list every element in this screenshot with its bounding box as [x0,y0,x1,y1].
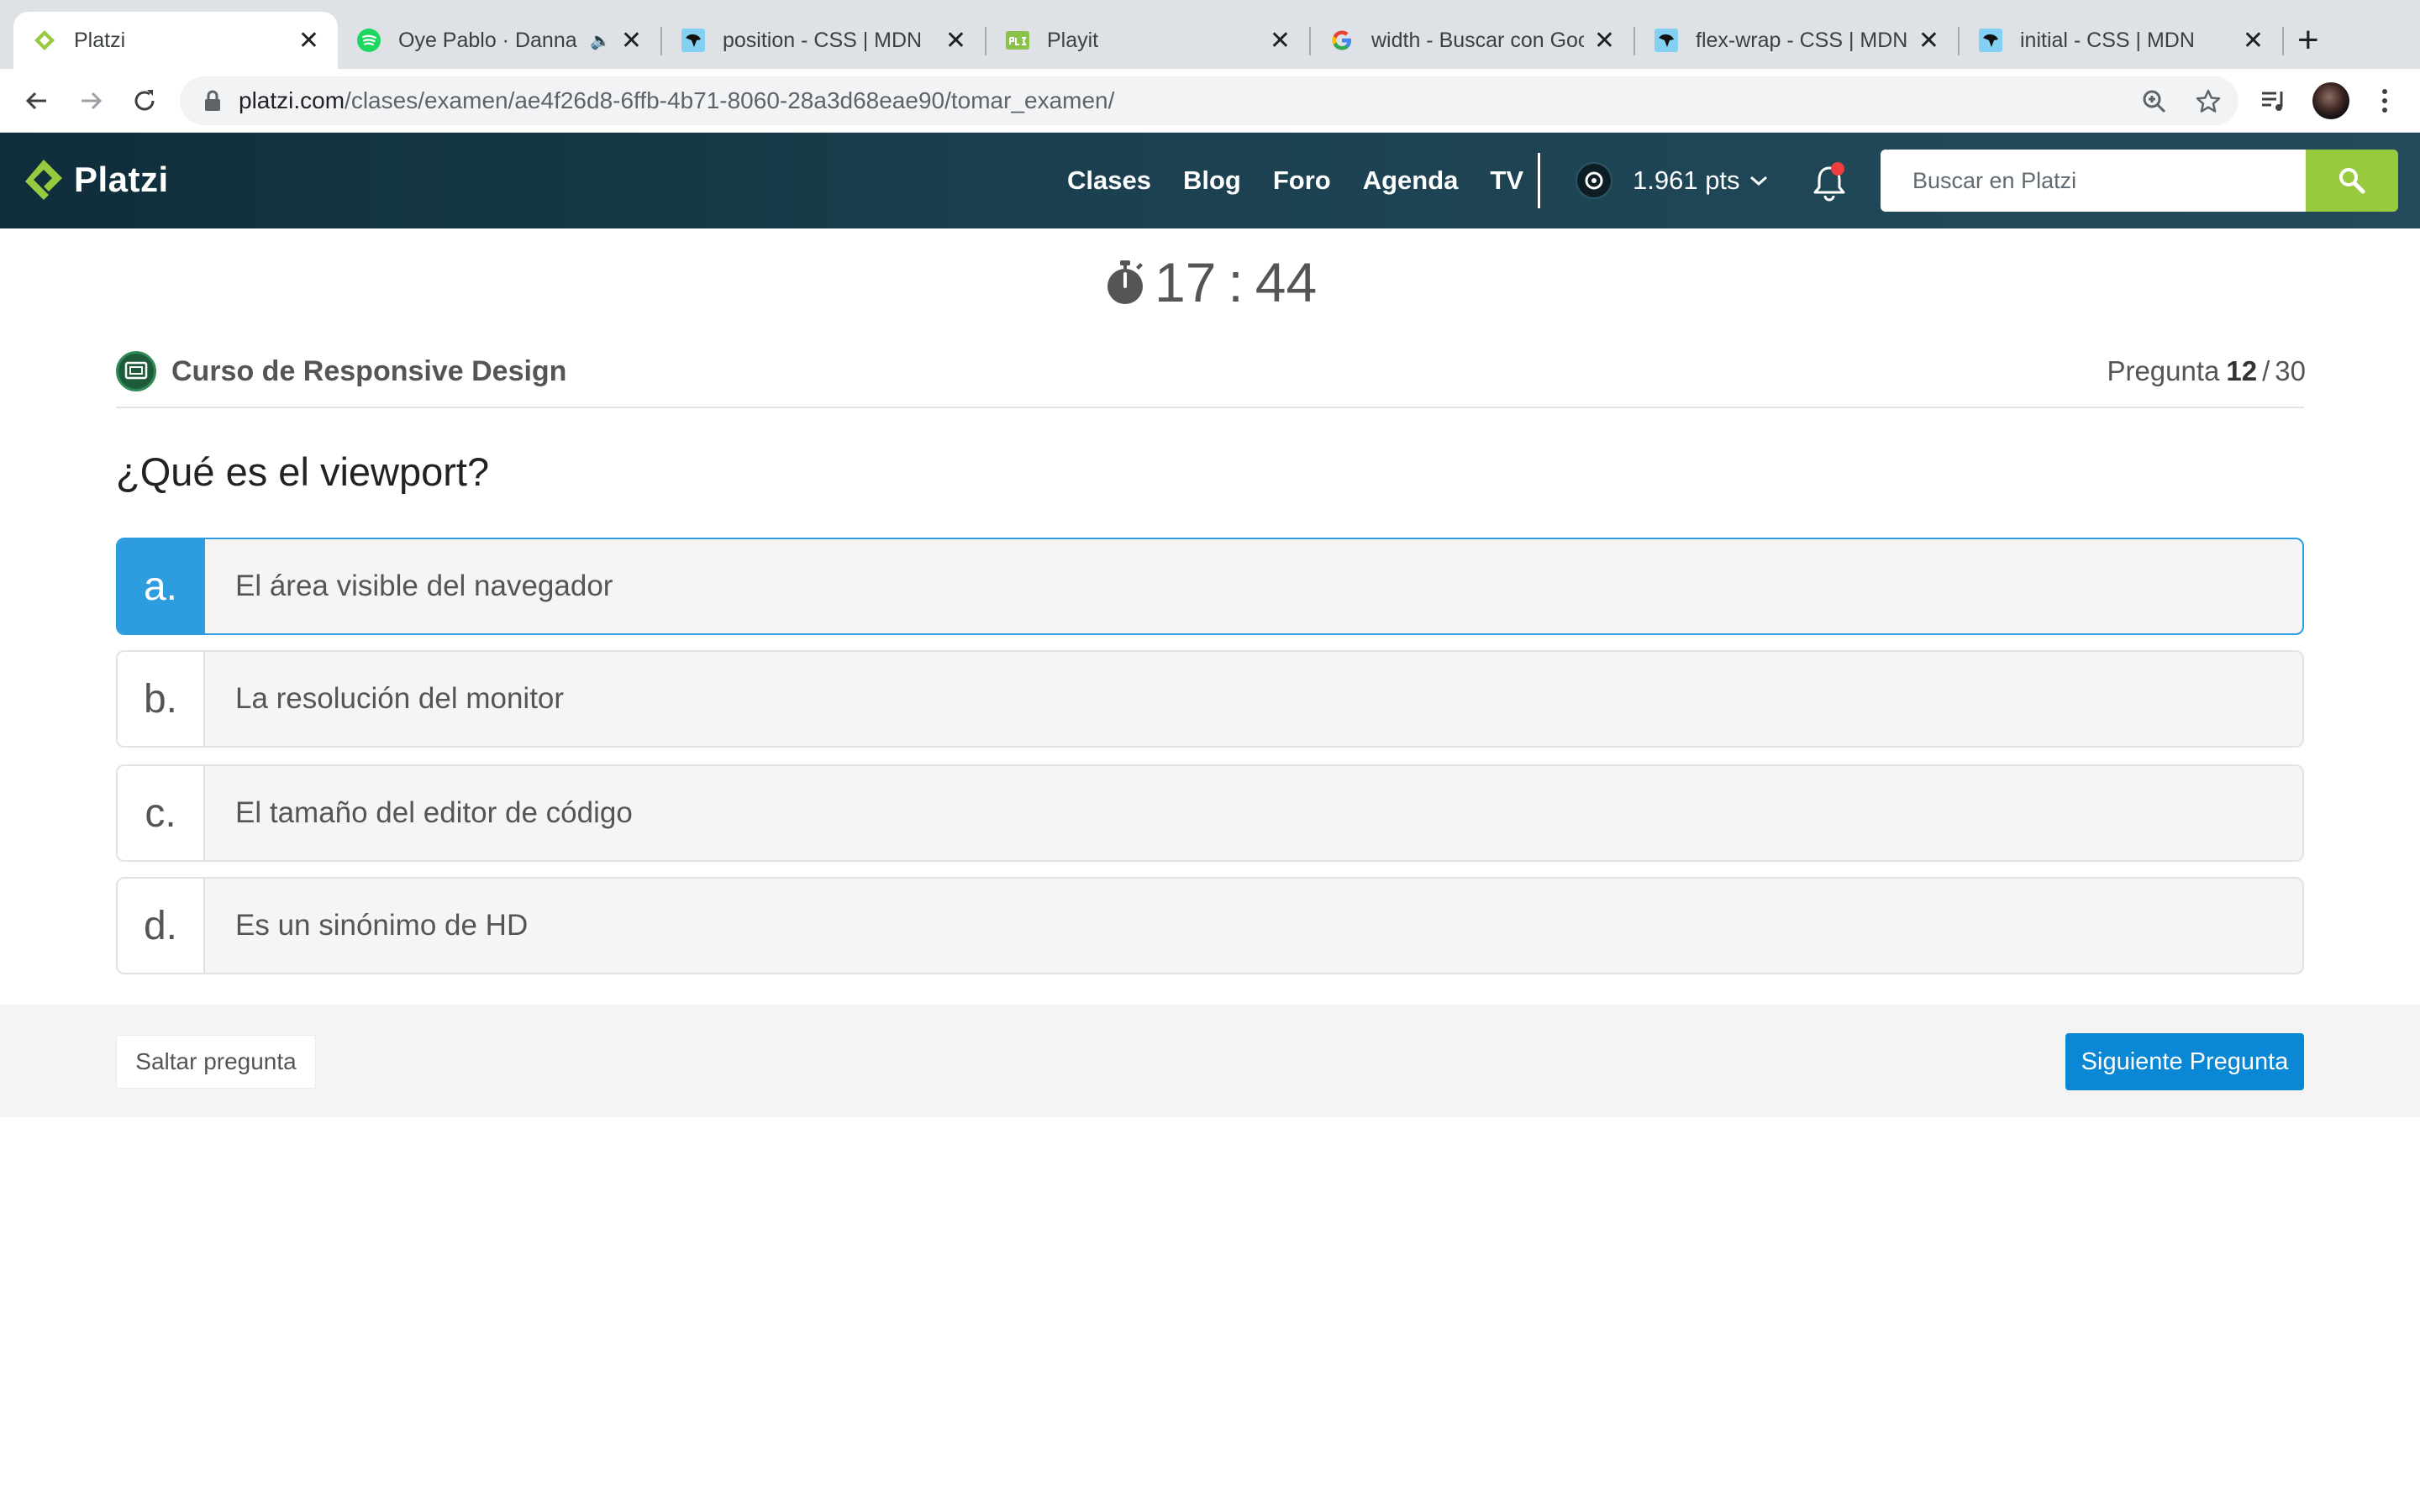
playit-icon [1005,28,1030,53]
exam-footer: Saltar pregunta Siguiente Pregunta [0,1005,2420,1117]
question-total: 30 [2275,355,2306,386]
url-path: /clases/examen/ae4f26d8-6ffb-4b71-8060-2… [345,87,1115,113]
tab-mdn-position[interactable]: position - CSS | MDN ✕ [662,12,985,69]
profile-avatar[interactable] [2312,82,2349,119]
course-name: Curso de Responsive Design [171,354,567,387]
answer-option-c[interactable]: c. El tamaño del editor de código [116,764,2304,862]
tab-title: Oye Pablo · Danna Paola [398,28,581,52]
nav-clases[interactable]: Clases [1067,165,1151,196]
question-text: ¿Qué es el viewport? [116,449,490,494]
platzi-icon [32,28,57,53]
tab-title: Platzi [74,28,126,52]
close-icon[interactable]: ✕ [621,26,642,55]
option-text: Es un sinónimo de HD [235,909,529,942]
tab-title: initial - CSS | MDN [2020,28,2195,52]
nav-foro[interactable]: Foro [1273,165,1331,196]
tab-title: width - Buscar con Google [1371,28,1584,52]
answer-option-b[interactable]: b. La resolución del monitor [116,650,2304,748]
forward-button[interactable] [74,84,108,118]
tab-playit[interactable]: Playit ✕ [986,12,1309,69]
skip-question-button[interactable]: Saltar pregunta [116,1035,316,1089]
close-icon[interactable]: ✕ [1594,26,1615,55]
option-text: El área visible del navegador [235,570,613,602]
lock-icon [205,90,220,111]
tab-spotify[interactable]: Oye Pablo · Danna Paola 🔈 ✕ [338,12,660,69]
next-question-button[interactable]: Siguiente Pregunta [2065,1033,2304,1090]
nav-agenda[interactable]: Agenda [1363,165,1459,196]
search-box [1881,150,2398,212]
question-counter-label: Pregunta [2107,355,2220,386]
notifications-bell-icon[interactable] [1808,161,1850,203]
tab-separator [2282,27,2284,55]
tab-google-width[interactable]: width - Buscar con Google ✕ [1311,12,1634,69]
tab-title: Playit [1047,28,1099,52]
exam-timer: 17 : 44 [1104,249,1317,316]
points-value: 1.961 pts [1633,165,1740,195]
tab-mdn-flex-wrap[interactable]: flex-wrap - CSS | MDN ✕ [1635,12,1958,69]
points-coin-icon [1576,162,1612,199]
speaker-icon[interactable]: 🔈 [590,30,611,51]
search-icon [2339,168,2365,194]
back-button[interactable] [20,84,54,118]
star-icon[interactable] [2191,85,2225,118]
tab-title: position - CSS | MDN [723,28,923,52]
answer-option-d[interactable]: d. Es un sinónimo de HD [116,877,2304,974]
option-letter: b. [118,652,205,746]
logo-text: Platzi [74,160,169,199]
menu-dots-icon[interactable] [2368,84,2402,118]
close-icon[interactable]: ✕ [2243,26,2264,55]
tab-platzi[interactable]: Platzi ✕ [13,12,338,69]
browser-toolbar: platzi.com/clases/examen/ae4f26d8-6ffb-4… [0,69,2420,133]
arrow-right-icon [82,92,103,110]
google-icon [1329,28,1355,53]
address-bar[interactable]: platzi.com/clases/examen/ae4f26d8-6ffb-4… [180,76,2238,125]
question-current: 12 [2226,355,2258,386]
main-nav: Clases Blog Foro Agenda TV [1067,133,1555,228]
question-counter-separator: / [2262,355,2270,386]
close-icon[interactable]: ✕ [1918,26,1939,55]
nav-tv[interactable]: TV [1490,165,1523,196]
option-text: La resolución del monitor [235,682,565,715]
arrow-left-icon [25,92,46,110]
header-divider [1538,153,1540,208]
timer-seconds: 44 [1255,251,1318,313]
spotify-icon [356,28,381,53]
tab-mdn-initial[interactable]: initial - CSS | MDN ✕ [1960,12,2282,69]
mdn-icon [1978,28,2003,53]
timer-minutes: 17 [1155,251,1217,313]
option-text: El tamaño del editor de código [235,796,633,829]
close-icon[interactable]: ✕ [945,26,966,55]
platzi-logo-icon [25,160,62,200]
tab-title: flex-wrap - CSS | MDN [1696,28,1908,52]
timer-separator: : [1228,251,1244,313]
search-input[interactable] [1881,150,2306,212]
question-counter: Pregunta 12 / 30 [2107,351,2306,391]
chevron-down-icon [1749,176,1767,186]
platzi-logo[interactable]: Platzi [24,156,169,203]
option-letter: a. [118,539,205,633]
stopwatch-icon [1107,260,1143,304]
new-tab-button[interactable]: + [2297,22,2319,59]
course-badge-icon [116,351,156,391]
reload-button[interactable] [128,84,161,118]
url-host: platzi.com [239,87,345,113]
zoom-icon[interactable] [2138,85,2171,118]
option-letter: d. [118,879,205,973]
notification-dot [1831,162,1844,176]
mdn-icon [681,28,706,53]
close-icon[interactable]: ✕ [298,26,319,55]
close-icon[interactable]: ✕ [1270,26,1291,55]
divider [116,407,2304,408]
media-control-icon[interactable] [2257,84,2291,118]
browser-tab-strip: Platzi ✕ Oye Pablo · Danna Paola 🔈 ✕ pos… [0,0,2420,69]
mdn-icon [1654,28,1679,53]
reload-icon [134,90,155,111]
answer-option-a[interactable]: a. El área visible del navegador [116,538,2304,635]
search-button[interactable] [2306,150,2398,212]
points-menu[interactable]: 1.961 pts [1576,133,1769,228]
option-letter: c. [118,766,205,860]
site-header: Platzi Clases Blog Foro Agenda TV 1.961 … [0,133,2420,228]
nav-blog[interactable]: Blog [1183,165,1241,196]
course-title: Curso de Responsive Design [116,351,566,391]
